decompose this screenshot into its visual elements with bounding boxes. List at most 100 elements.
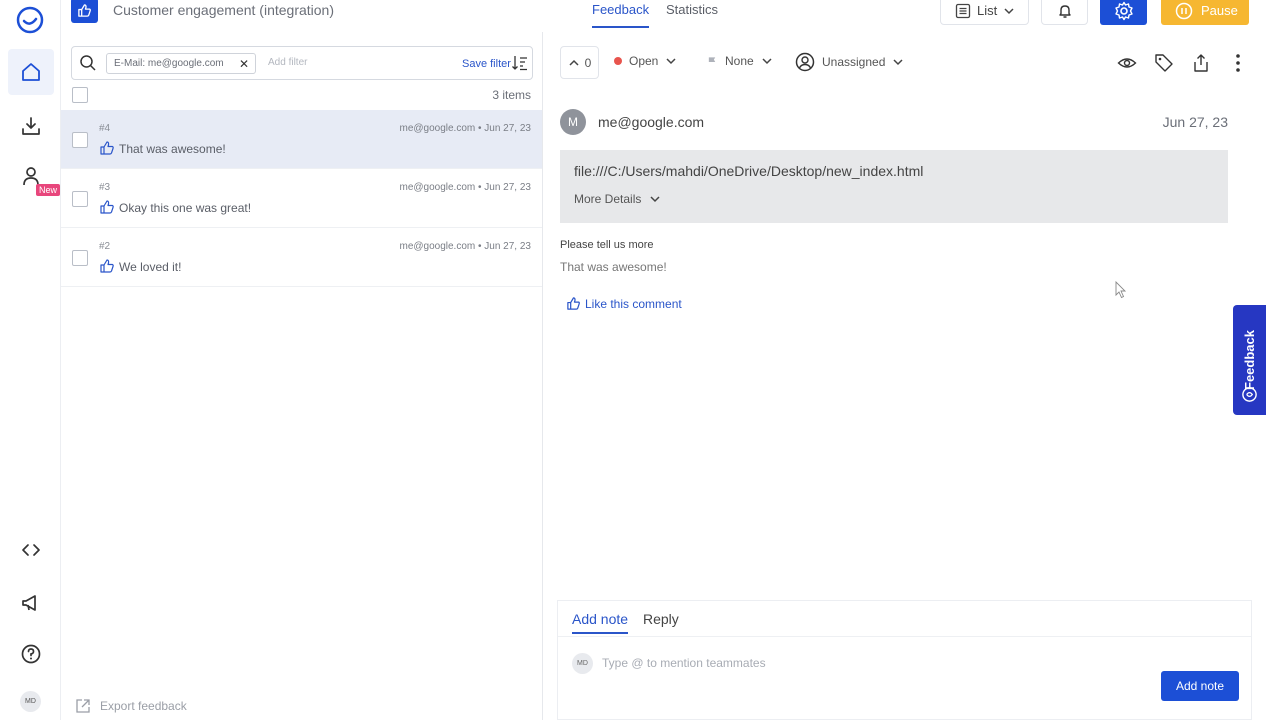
close-icon[interactable]: ✕ — [239, 57, 249, 71]
question-label: Please tell us more — [560, 239, 654, 251]
export-icon — [76, 699, 90, 713]
gear-icon — [1114, 1, 1133, 20]
chevron-down-icon — [666, 58, 676, 65]
row-checkbox[interactable] — [72, 250, 88, 266]
notifications-button[interactable] — [1041, 0, 1088, 25]
tag-icon[interactable] — [1154, 53, 1174, 73]
item-meta: me@google.com • Jun 27, 23 — [399, 182, 531, 193]
flag-icon — [708, 56, 716, 66]
chevron-down-icon — [893, 59, 903, 66]
row-checkbox[interactable] — [72, 132, 88, 148]
save-filter-link[interactable]: Save filter — [462, 58, 511, 70]
page-url[interactable]: file:///C:/Users/mahdi/OneDrive/Desktop/… — [574, 163, 923, 179]
message-date: Jun 27, 23 — [1162, 114, 1228, 130]
search-icon — [80, 55, 96, 71]
list-item[interactable]: #3 me@google.com • Jun 27, 23 Okay this … — [61, 169, 542, 228]
status-dropdown[interactable]: Open — [614, 54, 677, 68]
chevron-up-icon — [569, 59, 579, 66]
feedback-widget-tab[interactable]: Feedback — [1233, 305, 1266, 415]
new-badge: New — [36, 184, 61, 196]
item-number: #3 — [99, 182, 111, 193]
export-label: Export feedback — [100, 699, 187, 713]
list-icon — [955, 3, 971, 18]
page-url-box: file:///C:/Users/mahdi/OneDrive/Desktop/… — [560, 150, 1228, 223]
avatar[interactable]: MD — [20, 691, 41, 712]
chevron-down-icon — [762, 58, 772, 65]
item-number: #4 — [99, 123, 111, 134]
filter-chip-label: E-Mail: me@google.com — [114, 58, 224, 69]
home-icon[interactable] — [8, 49, 54, 95]
like-comment-button[interactable]: Like this comment — [566, 296, 682, 311]
item-meta: me@google.com • Jun 27, 23 — [399, 123, 531, 134]
top-bar: Customer engagement (integration) Feedba… — [61, 0, 1280, 32]
filter-bar[interactable]: E-Mail: me@google.com ✕ Add filter Save … — [71, 46, 533, 80]
note-composer: Add note Reply MD Type @ to mention team… — [557, 600, 1252, 720]
view-select-button[interactable]: List — [940, 0, 1029, 25]
list-item[interactable]: #4 me@google.com • Jun 27, 23 That was a… — [61, 110, 542, 169]
chevron-down-icon — [1004, 7, 1014, 14]
pause-icon — [1175, 2, 1193, 19]
item-meta: me@google.com • Jun 27, 23 — [399, 241, 531, 252]
tab-reply[interactable]: Reply — [643, 611, 679, 627]
thumbs-up-icon — [567, 297, 580, 310]
sender-email: me@google.com — [598, 114, 705, 130]
sort-icon — [512, 56, 527, 71]
megaphone-icon[interactable] — [8, 580, 54, 626]
mouse-cursor-icon — [1115, 281, 1127, 299]
help-icon[interactable] — [8, 631, 54, 677]
tab-statistics[interactable]: Statistics — [666, 2, 718, 17]
download-icon[interactable] — [8, 103, 54, 149]
priority-label: None — [725, 54, 754, 68]
upvote-button[interactable]: 0 — [560, 46, 599, 79]
vote-count: 0 — [584, 55, 592, 70]
feedback-list-panel: E-Mail: me@google.com ✕ Add filter Save … — [61, 32, 543, 720]
filter-chip[interactable]: E-Mail: me@google.com ✕ — [106, 53, 256, 74]
more-details-toggle[interactable]: More Details — [574, 192, 661, 206]
settings-button[interactable] — [1100, 0, 1147, 25]
tab-feedback[interactable]: Feedback — [592, 2, 650, 28]
item-text: We loved it! — [119, 260, 182, 274]
add-filter-input[interactable]: Add filter — [268, 57, 307, 68]
assignee-dropdown[interactable]: Unassigned — [795, 52, 904, 72]
more-details-label: More Details — [574, 192, 642, 206]
like-comment-label: Like this comment — [585, 296, 682, 311]
avatar: MD — [572, 653, 593, 674]
status-dot-icon — [614, 57, 622, 65]
left-rail: New MD — [0, 0, 61, 720]
note-input[interactable]: Type @ to mention teammates — [602, 656, 766, 670]
thumbs-up-icon — [100, 200, 114, 214]
share-icon[interactable] — [1191, 53, 1211, 73]
assignee-label: Unassigned — [822, 55, 886, 69]
add-note-button[interactable]: Add note — [1161, 671, 1239, 701]
tab-add-note[interactable]: Add note — [572, 611, 629, 634]
pause-button[interactable]: Pause — [1161, 0, 1249, 25]
select-all-checkbox[interactable] — [72, 87, 88, 103]
export-feedback-link[interactable]: Export feedback — [75, 698, 187, 714]
feedback-widget-icon — [1242, 387, 1257, 402]
more-options-icon[interactable] — [1231, 53, 1251, 73]
thumbs-up-icon[interactable] — [71, 0, 98, 23]
list-item[interactable]: #2 me@google.com • Jun 27, 23 We loved i… — [61, 228, 542, 287]
pause-label: Pause — [1201, 3, 1238, 18]
feedback-widget-label: Feedback — [1242, 330, 1257, 390]
feedback-detail-panel: 0 Open None Unassigned M me@google.com J… — [543, 32, 1280, 720]
user-circle-icon — [795, 52, 815, 72]
bell-icon — [1058, 4, 1071, 18]
answer-text: That was awesome! — [560, 260, 667, 274]
chevron-down-icon — [650, 196, 660, 203]
item-count: 3 items — [492, 88, 531, 102]
app-logo-icon[interactable] — [14, 4, 46, 36]
code-icon[interactable] — [8, 527, 54, 573]
thumbs-up-icon — [100, 141, 114, 155]
row-checkbox[interactable] — [72, 191, 88, 207]
priority-dropdown[interactable]: None — [707, 54, 773, 68]
item-text: That was awesome! — [119, 142, 226, 156]
eye-icon[interactable] — [1117, 53, 1137, 73]
avatar: M — [560, 109, 586, 135]
status-label: Open — [629, 54, 659, 68]
thumbs-up-icon — [100, 259, 114, 273]
view-select-label: List — [977, 3, 998, 18]
item-number: #2 — [99, 241, 111, 252]
divider — [558, 636, 1251, 637]
item-text: Okay this one was great! — [119, 201, 252, 215]
